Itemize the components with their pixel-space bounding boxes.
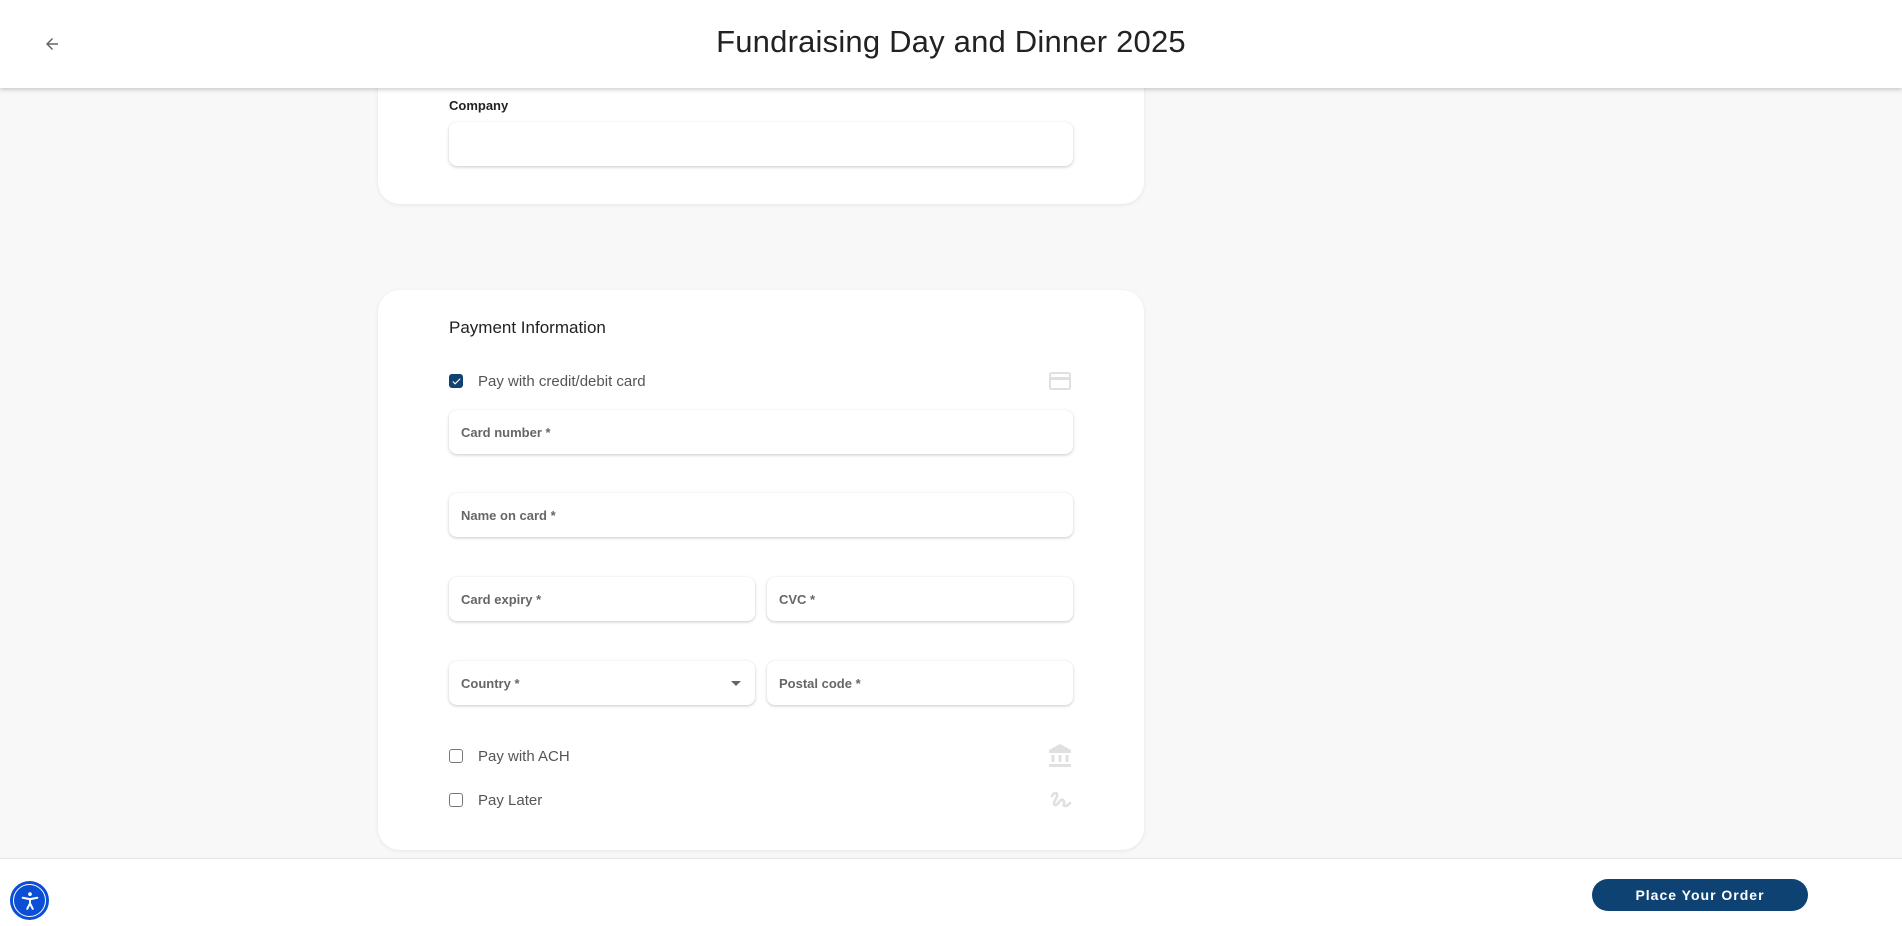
- company-label: Company: [449, 98, 509, 113]
- card-number-input[interactable]: Card number *: [449, 410, 1073, 454]
- card-expiry-placeholder: Card expiry *: [461, 592, 542, 607]
- ach-checkbox[interactable]: [449, 749, 463, 763]
- header: Fundraising Day and Dinner 2025: [0, 0, 1902, 88]
- place-order-button[interactable]: Place Your Order: [1592, 879, 1808, 911]
- pay-later-checkbox[interactable]: [449, 793, 463, 807]
- check-icon: [451, 377, 461, 385]
- card-expiry-input[interactable]: Card expiry *: [449, 577, 755, 621]
- company-input[interactable]: [449, 122, 1073, 166]
- option-pay-later[interactable]: Pay Later: [449, 789, 1073, 811]
- accessibility-button[interactable]: [10, 881, 49, 920]
- payment-section-title: Payment Information: [449, 318, 606, 337]
- bank-icon: [1047, 743, 1073, 769]
- payment-card: Payment Information Pay with credit/debi…: [378, 290, 1144, 850]
- country-placeholder: Country *: [461, 676, 520, 691]
- postal-code-input[interactable]: Postal code *: [767, 661, 1073, 705]
- credit-card-checkbox[interactable]: [449, 374, 463, 388]
- cvc-placeholder: CVC *: [779, 592, 816, 607]
- chevron-down-icon: [731, 681, 741, 686]
- country-select[interactable]: Country *: [449, 661, 755, 705]
- option-ach[interactable]: Pay with ACH: [449, 743, 1073, 769]
- ach-label: Pay with ACH: [478, 747, 570, 765]
- credit-card-icon: [1047, 368, 1073, 394]
- name-on-card-placeholder: Name on card *: [461, 508, 556, 523]
- cvc-input[interactable]: CVC *: [767, 577, 1073, 621]
- signature-icon: [1047, 787, 1073, 813]
- option-credit-card[interactable]: Pay with credit/debit card: [449, 370, 1073, 392]
- credit-card-label: Pay with credit/debit card: [478, 372, 646, 390]
- footer: Place Your Order: [0, 858, 1902, 926]
- name-on-card-input[interactable]: Name on card *: [449, 493, 1073, 537]
- postal-code-placeholder: Postal code *: [779, 676, 861, 691]
- pay-later-label: Pay Later: [478, 791, 543, 809]
- page-title: Fundraising Day and Dinner 2025: [716, 24, 1186, 59]
- card-number-placeholder: Card number *: [461, 425, 551, 440]
